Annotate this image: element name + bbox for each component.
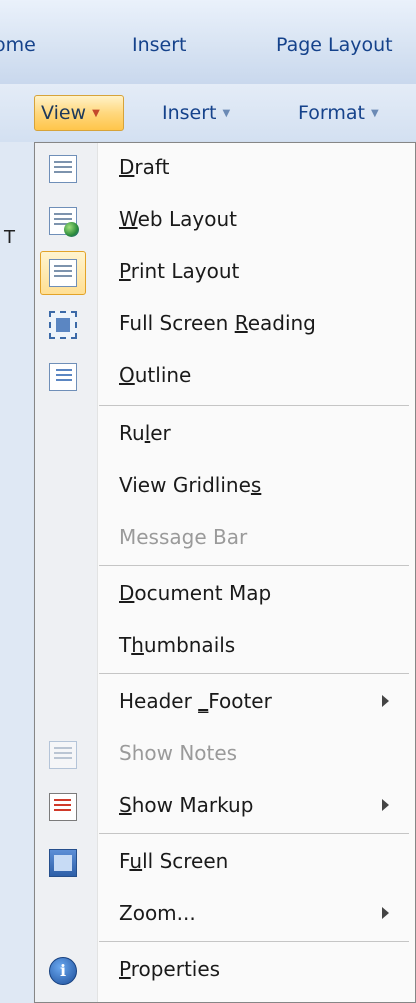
submenu-arrow-icon <box>382 907 389 919</box>
menu-item-label: Show Markup <box>119 793 254 817</box>
menu-item[interactable]: Show Markup <box>35 781 415 833</box>
menu-separator <box>99 405 409 406</box>
web-layout-icon <box>49 207 79 237</box>
format-menu-button[interactable]: Format ▼ <box>292 95 385 131</box>
show-markup-icon <box>49 793 77 821</box>
menu-item-label: Zoom... <box>119 901 196 925</box>
menu-item[interactable]: Zoom... <box>35 889 415 941</box>
tab-insert[interactable]: Insert <box>132 34 187 56</box>
print-layout-icon <box>49 259 77 287</box>
menu-item[interactable]: i Properties <box>35 945 415 997</box>
outline-icon <box>49 363 77 391</box>
tab-page-layout[interactable]: Page Layout <box>276 34 393 56</box>
menu-item[interactable]: Document Map <box>35 569 415 621</box>
document-text: T <box>4 227 15 248</box>
menu-item-label: Show Notes <box>119 741 238 765</box>
menu-separator <box>99 833 409 834</box>
chevron-down-icon: ▼ <box>370 107 379 119</box>
insert-menu-label: Insert <box>162 102 217 124</box>
menu-separator <box>99 673 409 674</box>
menu-item: Show Notes <box>35 729 415 781</box>
menu-item[interactable]: View Gridlines <box>35 461 415 513</box>
menu-item-label: Web Layout <box>119 207 237 231</box>
menu-item-label: Header _Footer <box>119 689 272 713</box>
menu-item[interactable]: Header _Footer <box>35 677 415 729</box>
menu-separator <box>99 941 409 942</box>
properties-icon: i <box>49 957 77 985</box>
view-dropdown-menu: Draft Web Layout Print Layout Full Screen R… <box>34 142 416 1003</box>
menu-item-label: Print Layout <box>119 259 240 283</box>
menu-item-label: Document Map <box>119 581 272 605</box>
menu-item-label: Message Bar <box>119 525 248 549</box>
menu-item[interactable]: Outline <box>35 351 415 403</box>
tab-home[interactable]: ome <box>0 34 36 56</box>
menu-item[interactable]: Full Screen <box>35 837 415 889</box>
show-notes-icon <box>49 741 77 769</box>
menu-item-label: View Gridlines <box>119 473 262 497</box>
menu-item[interactable]: Full Screen Reading <box>35 299 415 351</box>
submenu-arrow-icon <box>382 695 389 707</box>
full-screen-icon <box>49 849 77 877</box>
menu-item[interactable]: Ruler <box>35 409 415 461</box>
chevron-down-icon: ▼ <box>92 107 100 119</box>
document-area <box>0 142 34 1003</box>
submenu-arrow-icon <box>382 799 389 811</box>
menu-item: Message Bar <box>35 513 415 565</box>
view-menu-label: View <box>41 102 87 124</box>
menu-item-label: Full Screen Reading <box>119 311 316 335</box>
format-menu-label: Format <box>298 102 365 124</box>
menu-item-label: Outline <box>119 363 192 387</box>
menu-item[interactable]: Print Layout <box>35 247 415 299</box>
menu-item[interactable]: Thumbnails <box>35 621 415 673</box>
insert-menu-button[interactable]: Insert ▼ <box>156 95 236 131</box>
menu-item-label: Full Screen <box>119 849 229 873</box>
menu-item[interactable]: Draft <box>35 143 415 195</box>
ribbon-tab-strip: ome Insert Page Layout <box>0 0 416 85</box>
draft-page-icon <box>49 155 77 183</box>
menu-separator <box>99 565 409 566</box>
menu-item-label: Draft <box>119 155 170 179</box>
menu-item-label: Thumbnails <box>119 633 236 657</box>
chevron-down-icon: ▼ <box>222 107 231 119</box>
view-menu-button[interactable]: View ▼ <box>34 95 124 131</box>
full-screen-reading-icon <box>49 311 77 339</box>
menu-item-label: Ruler <box>119 421 171 445</box>
menu-item-label: Properties <box>119 957 221 981</box>
menu-item[interactable]: Web Layout <box>35 195 415 247</box>
